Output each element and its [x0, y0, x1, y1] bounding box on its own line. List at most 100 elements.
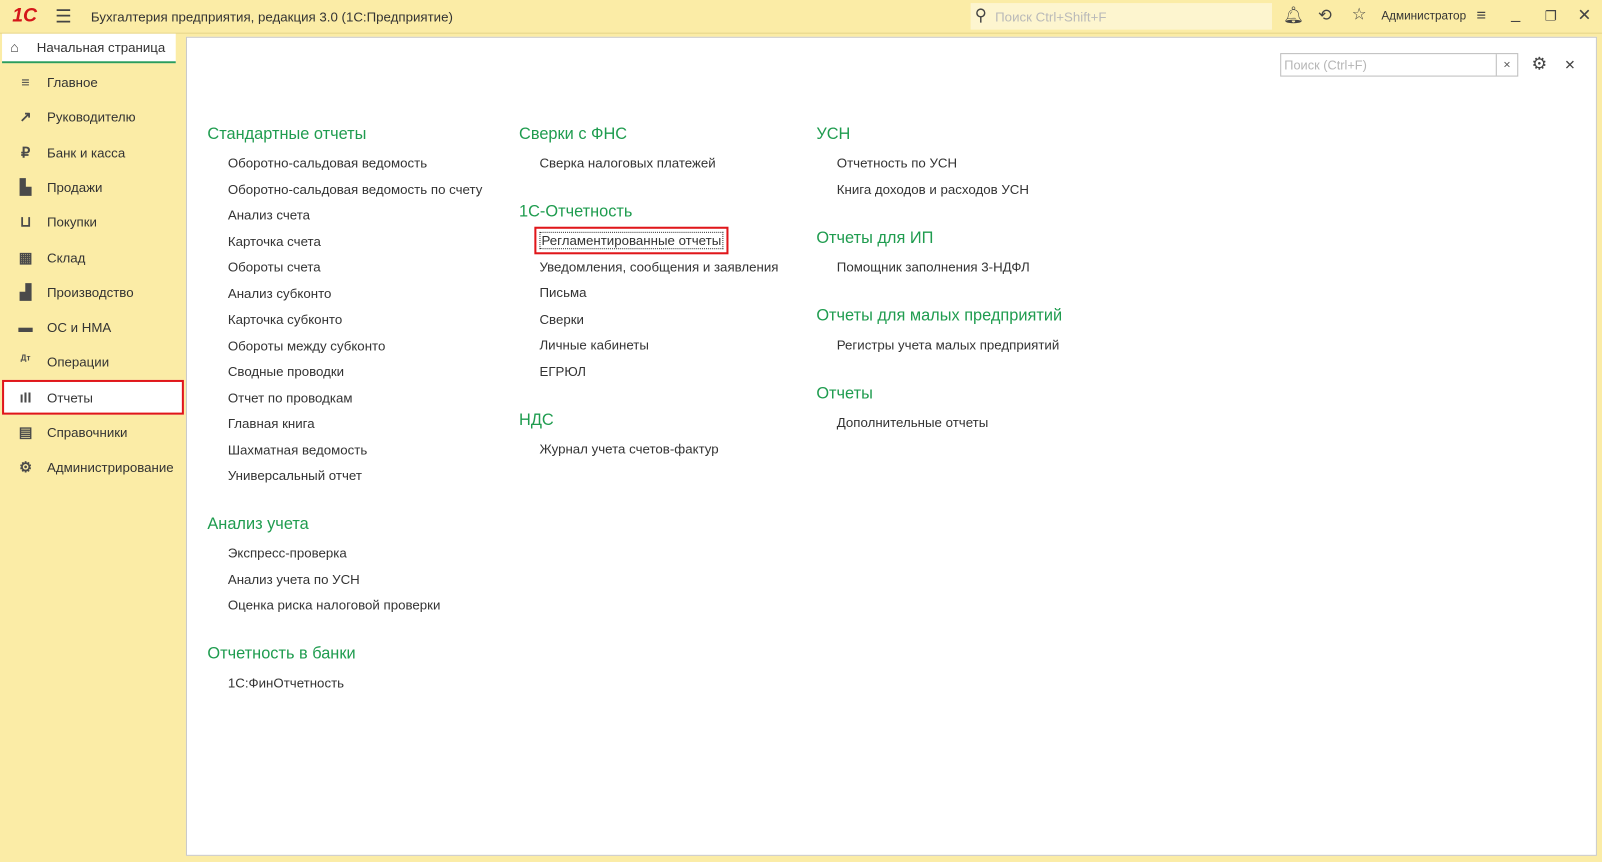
group-heading: Отчеты для ИП [816, 229, 934, 247]
close-panel-icon[interactable]: ✕ [1564, 57, 1575, 73]
sidebar-item-11[interactable]: ⚙ Администрирование [2, 450, 184, 485]
report-group: 1С-Отчетность Регламентированные отчеты Ув… [519, 202, 778, 389]
sidebar-item-8[interactable]: Дт Операции [2, 345, 184, 380]
bell-icon[interactable]: 🔔︎ [1283, 8, 1304, 24]
tab-home[interactable]: ⌂ Начальная страница [2, 33, 176, 64]
close-window-icon[interactable]: ✕ [1578, 8, 1592, 24]
global-search-placeholder: Поиск Ctrl+Shift+F [995, 9, 1107, 25]
sidebar-item-label: Банк и касса [46, 144, 126, 160]
report-link[interactable]: ЕГРЮЛ [539, 363, 585, 378]
report-link-row: Оценка риска налоговой проверки [207, 597, 482, 623]
report-link[interactable]: Оборотно-сальдовая ведомость по счету [228, 181, 483, 196]
report-link[interactable]: Анализ субконто [228, 285, 332, 300]
app-window: 1С ☰ Бухгалтерия предприятия, редакция 3… [0, 0, 1602, 862]
report-link[interactable]: Личные кабинеты [539, 337, 648, 352]
clear-search-icon[interactable]: × [1495, 54, 1517, 76]
report-link-row: Регламентированные отчеты [519, 226, 778, 259]
report-link[interactable]: Экспресс-проверка [228, 545, 347, 560]
report-link-row: Уведомления, сообщения и заявления [519, 259, 778, 285]
sidebar-item-label: Склад [46, 249, 86, 266]
report-link-row: Оборотно-сальдовая ведомость [207, 155, 482, 181]
menu-icon: ≡ [21, 73, 30, 90]
report-link-row: Сверка налоговых платежей [519, 155, 778, 181]
group-heading: Анализ учета [207, 515, 309, 534]
report-link[interactable]: Анализ счета [228, 207, 310, 222]
sidebar-item-0[interactable]: ≡ Главное [2, 64, 184, 99]
report-group: НДС Журнал учета счетов-фактур [519, 410, 778, 467]
settings-menu-icon[interactable]: ≡ [1476, 8, 1486, 24]
group-heading: Отчеты для малых предприятий [816, 306, 1063, 325]
report-group: Отчетность в банки 1С:ФинОтчетность [207, 644, 482, 701]
report-link-row: Анализ счета [207, 207, 482, 233]
report-link[interactable]: Обороты между субконто [228, 338, 386, 353]
star-icon[interactable]: ☆ [1352, 7, 1367, 23]
sidebar-item-label: Продажи [46, 179, 103, 195]
report-link[interactable]: Уведомления, сообщения и заявления [539, 259, 778, 274]
title-bar: 1С ☰ Бухгалтерия предприятия, редакция 3… [0, 0, 1602, 34]
report-link[interactable]: 1С:ФинОтчетность [228, 675, 344, 690]
minimize-icon[interactable]: _ [1511, 6, 1520, 22]
sidebar-item-7[interactable]: ▬ ОС и НМА [2, 310, 184, 345]
report-link-row: Обороты счета [207, 259, 482, 285]
sidebar-item-10[interactable]: ▤ Справочники [2, 415, 184, 450]
user-name[interactable]: Администратор [1381, 10, 1466, 22]
report-link[interactable]: Регламентированные отчеты [534, 226, 729, 255]
books-icon: ▤ [18, 423, 33, 441]
report-link[interactable]: Оборотно-сальдовая ведомость [228, 155, 427, 170]
report-link[interactable]: Сверка налоговых платежей [539, 155, 715, 170]
sidebar-item-9[interactable]: ıII Отчеты [2, 379, 184, 415]
sidebar-item-1[interactable]: ↗ Руководителю [2, 99, 184, 134]
report-link[interactable]: Шахматная ведомость [228, 442, 367, 457]
sidebar-item-label: Руководителю [46, 109, 136, 125]
report-link[interactable]: Отчетность по УСН [837, 155, 957, 170]
report-link[interactable]: Книга доходов и расходов УСН [837, 181, 1029, 196]
report-link[interactable]: Оценка риска налоговой проверки [228, 597, 441, 612]
report-link[interactable]: Письма [539, 285, 586, 300]
report-group: Отчеты Дополнительные отчеты [816, 383, 1062, 440]
report-link-row: Экспресс-проверка [207, 545, 482, 571]
report-link[interactable]: Дополнительные отчеты [837, 414, 989, 429]
report-link[interactable]: Журнал учета счетов-фактур [539, 441, 718, 456]
report-group: Сверки с ФНС Сверка налоговых платежей [519, 125, 778, 182]
main-menu-icon[interactable]: ☰ [55, 7, 71, 25]
report-link[interactable]: Карточка счета [228, 233, 321, 248]
report-link[interactable]: Карточка субконто [228, 311, 342, 326]
group-heading: УСН [816, 125, 851, 143]
global-search-input[interactable]: ⚲ Поиск Ctrl+Shift+F [970, 3, 1273, 30]
factory-icon: ▟ [20, 283, 32, 301]
report-link[interactable]: Отчет по проводкам [228, 390, 353, 405]
report-link[interactable]: Главная книга [228, 416, 315, 431]
report-link-row: Помощник заполнения 3-НДФЛ [816, 259, 1062, 285]
report-link[interactable]: Обороты счета [228, 259, 321, 274]
sidebar-item-4[interactable]: ⊔ Покупки [2, 204, 184, 239]
report-link[interactable]: Помощник заполнения 3-НДФЛ [837, 259, 1030, 274]
report-link-row: Главная книга [207, 416, 482, 442]
sidebar-item-5[interactable]: ▦ Склад [2, 239, 184, 274]
history-icon[interactable]: ⟲ [1318, 8, 1332, 24]
report-link[interactable]: Универсальный отчет [228, 468, 362, 483]
report-link[interactable]: Сверки [539, 311, 584, 326]
sidebar-item-label: ОС и НМА [46, 319, 112, 336]
gear-icon[interactable]: ⚙ [1532, 55, 1548, 72]
group-heading: Сверки с ФНС [519, 125, 628, 143]
truck-icon: ▬ [18, 318, 33, 336]
report-link[interactable]: Анализ учета по УСН [228, 571, 360, 586]
cart-icon: ⊔ [19, 213, 32, 230]
report-link[interactable]: Сводные проводки [228, 364, 344, 379]
sidebar-item-3[interactable]: ▙ Продажи [2, 169, 184, 204]
tab-home-label: Начальная страница [36, 39, 166, 56]
report-link-row: Сверки [519, 311, 778, 337]
report-link-row: Личные кабинеты [519, 337, 778, 363]
sidebar-item-label: Администрирование [46, 459, 174, 476]
report-link-row: Оборотно-сальдовая ведомость по счету [207, 181, 483, 207]
report-column: УСН Отчетность по УСН Книга доходов и расх… [816, 125, 1062, 462]
sidebar-item-label: Производство [46, 284, 134, 301]
sidebar-item-6[interactable]: ▟ Производство [2, 275, 184, 310]
report-link-row: Дополнительные отчеты [816, 414, 1062, 440]
content-search-input[interactable]: Поиск (Ctrl+F) × [1280, 53, 1519, 77]
group-heading: Отчеты [816, 384, 873, 402]
restore-icon[interactable]: ❐ [1545, 8, 1557, 24]
debit-credit-icon: Дт [20, 353, 31, 363]
report-link[interactable]: Регистры учета малых предприятий [837, 337, 1059, 352]
sidebar-item-2[interactable]: ₽ Банк и касса [2, 134, 184, 169]
